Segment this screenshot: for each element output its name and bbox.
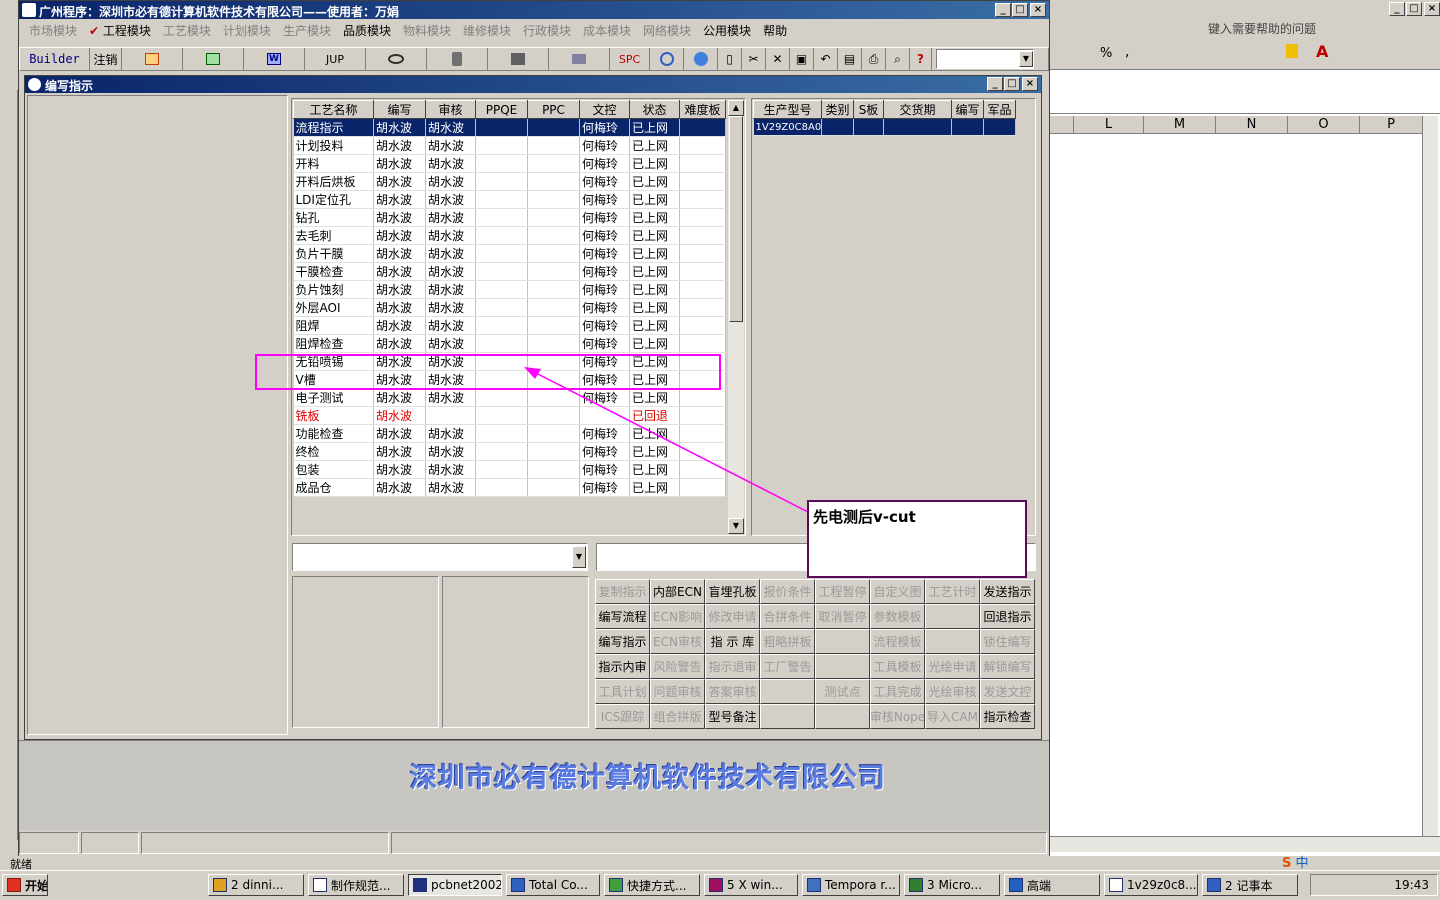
taskbar-button-label: 5 X win... (727, 878, 783, 892)
app-icon (609, 878, 623, 892)
taskbar-button[interactable]: Total Co... (506, 874, 600, 896)
taskbar-button[interactable]: 1v29z0c8... (1104, 874, 1198, 896)
app-icon (1009, 878, 1023, 892)
taskbar-button-label: 3 Micro... (927, 878, 982, 892)
taskbar-button[interactable]: 高端 (1004, 874, 1100, 896)
clock[interactable]: 19:43 (1394, 878, 1429, 892)
taskbar-button[interactable]: 制作规范... (308, 874, 404, 896)
taskbar-button[interactable]: 5 X win... (704, 874, 798, 896)
taskbar-button[interactable]: 2 记事本 (1202, 874, 1298, 896)
annotation-arrow (524, 367, 809, 513)
taskbar-button[interactable]: 3 Micro... (904, 874, 1000, 896)
taskbar-button[interactable]: pcbnet2002 (408, 874, 502, 896)
taskbar-button-label: Tempora r... (825, 878, 896, 892)
taskbar-button-label: 制作规范... (331, 878, 391, 893)
app-icon (1207, 878, 1221, 892)
start-label: 开始 (25, 878, 48, 893)
windows-logo-icon (7, 878, 21, 892)
taskbar-button[interactable]: Tempora r... (802, 874, 900, 896)
callout-text: 先电测后v-cut (813, 508, 916, 526)
taskbar-button-label: 1v29z0c8... (1127, 878, 1197, 892)
taskbar-button-label: Total Co... (529, 878, 588, 892)
system-tray: 19:43 (1310, 874, 1438, 896)
app-icon (313, 878, 327, 892)
taskbar-button-label: 2 dinni... (231, 878, 284, 892)
app-icon (807, 878, 821, 892)
taskbar-button-label: 快捷方式... (627, 878, 687, 893)
app-icon (213, 878, 227, 892)
app-icon (709, 878, 723, 892)
app-icon (1109, 878, 1123, 892)
taskbar-button-label: 高端 (1027, 878, 1052, 893)
app-icon (413, 878, 427, 892)
start-button[interactable]: 开始 (2, 874, 48, 896)
taskbar-button[interactable]: 快捷方式... (604, 874, 700, 896)
app-icon (909, 878, 923, 892)
taskbar-button[interactable]: 2 dinni... (208, 874, 304, 896)
taskbar-button-label: 2 记事本 (1225, 878, 1273, 893)
taskbar-button-label: pcbnet2002 (431, 878, 502, 892)
app-icon (511, 878, 525, 892)
